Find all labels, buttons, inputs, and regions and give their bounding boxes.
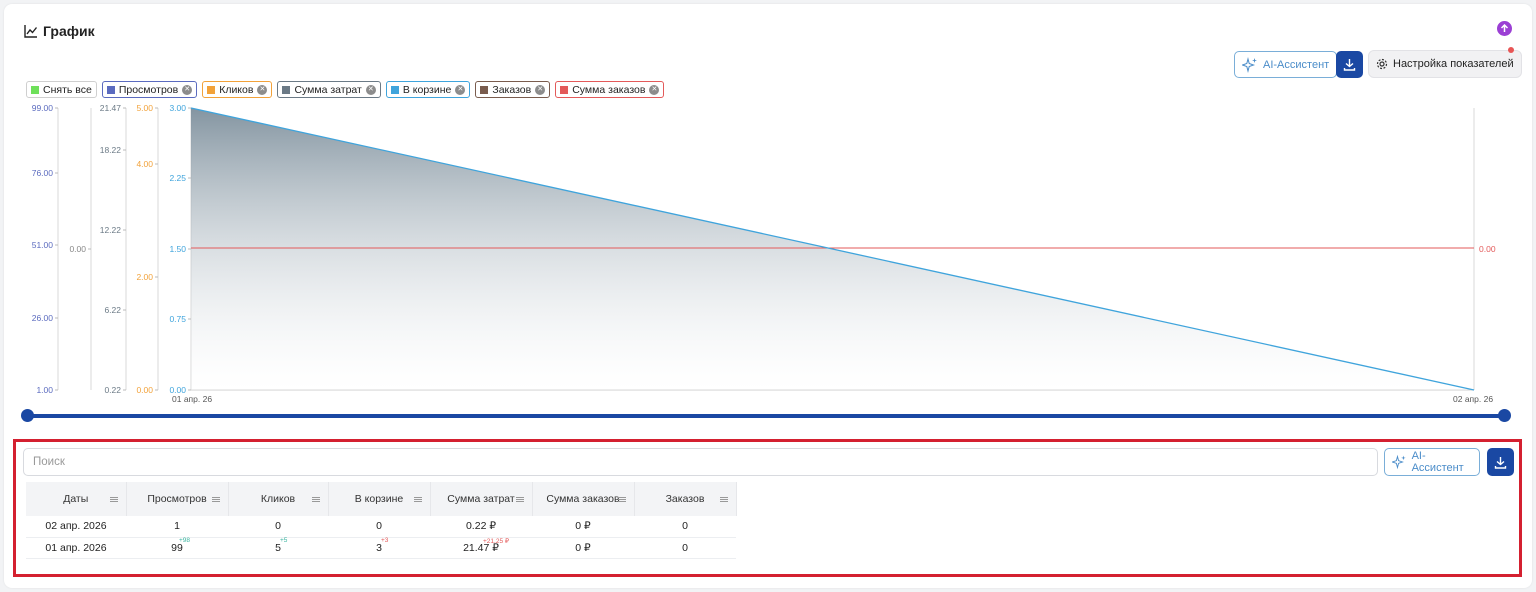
y-tick-label: 0.75 <box>169 314 186 324</box>
cell-value: 0 <box>682 541 688 554</box>
x-tick-label: 01 апр. 26 <box>172 394 212 404</box>
table-ai-assistant-label: AI-Ассистент <box>1411 450 1464 474</box>
y-tick-label: 18.22 <box>100 145 122 155</box>
table-cell: 5 +5 <box>228 536 328 559</box>
table-cell: 3 +3 <box>328 536 430 559</box>
column-menu-icon[interactable] <box>109 497 118 502</box>
search-placeholder: Поиск <box>33 456 65 468</box>
chart-plot: 99.00 76.00 51.00 26.00 1.00 0.00 21.47 18.22 12… <box>32 103 1496 404</box>
y-tick-label: 76.00 <box>32 168 54 178</box>
cell-delta: +98 <box>179 536 191 544</box>
column-header-label: Сумма затрат <box>447 493 515 505</box>
column-header[interactable]: Просмотров <box>126 482 229 516</box>
table-cell: 0 <box>634 516 736 538</box>
column-header[interactable]: Заказов <box>634 482 737 516</box>
cell-value: 0.22 ₽ <box>465 520 497 533</box>
cell-value: 01 апр. 2026 <box>45 541 107 554</box>
y-tick-label: 99.00 <box>32 103 54 113</box>
table-row[interactable]: 02 апр. 2026 1 0 0 0.22 ₽ 0 ₽ 0 <box>26 516 736 538</box>
cell-delta: +21.25 ₽ <box>483 537 510 545</box>
y-tick-label: 3.00 <box>169 103 186 113</box>
y-tick-label: 2.25 <box>169 173 186 183</box>
table-cell: 0 ₽ <box>532 537 634 559</box>
column-menu-icon[interactable] <box>515 497 524 502</box>
cell-value: 0 <box>275 520 281 533</box>
table-cell: 0 <box>634 537 736 559</box>
table-panel: Поиск AI-Ассистент Даты Просмотров Кликов В… <box>13 439 1522 577</box>
column-menu-icon[interactable] <box>719 497 728 502</box>
cell-value: 0 <box>682 520 688 533</box>
table-cell: 1 <box>126 516 228 538</box>
y-tick-label: 1.00 <box>36 385 53 395</box>
table-cell: 0 <box>328 516 430 538</box>
y-tick-label: 21.47 <box>100 103 122 113</box>
column-header-label: Заказов <box>665 493 705 505</box>
column-header-label: Сумма заказов <box>546 493 620 505</box>
table-cell: 0 ₽ <box>532 516 634 538</box>
table-cell: 01 апр. 2026 <box>26 537 126 559</box>
search-input[interactable]: Поиск <box>23 448 1378 476</box>
range-slider-track[interactable] <box>27 414 1504 418</box>
sparkle-icon <box>1392 454 1406 470</box>
cell-value: 0 <box>376 520 382 533</box>
column-header[interactable]: Кликов <box>228 482 329 516</box>
cell-value: 0 ₽ <box>575 541 591 554</box>
column-header-label: В корзине <box>354 493 404 505</box>
y-tick-label: 1.50 <box>169 244 186 254</box>
column-header[interactable]: Даты <box>26 482 127 516</box>
table-cell: 0.22 ₽ <box>430 516 532 538</box>
column-menu-icon[interactable] <box>211 497 220 502</box>
y-tick-label: 0.00 <box>69 244 86 254</box>
download-icon <box>1494 456 1507 469</box>
y-tick-label: 0.00 <box>136 385 153 395</box>
x-tick-label: 02 апр. 26 <box>1453 394 1493 404</box>
data-table: Даты Просмотров Кликов В корзине Сумма затра… <box>26 482 737 559</box>
cell-delta: +3 <box>381 536 389 544</box>
column-header[interactable]: В корзине <box>328 482 431 516</box>
column-header-label: Даты <box>63 493 89 505</box>
cell-delta: +5 <box>280 536 288 544</box>
y-tick-label-right: 0.00 <box>1479 244 1496 254</box>
table-download-button[interactable] <box>1487 448 1514 476</box>
range-slider-end-handle[interactable] <box>1498 409 1511 422</box>
column-menu-icon[interactable] <box>413 497 422 502</box>
table-ai-assistant-button[interactable]: AI-Ассистент <box>1384 448 1480 476</box>
cell-value: 1 <box>174 520 180 533</box>
y-tick-label: 2.00 <box>136 272 153 282</box>
y-tick-label: 12.22 <box>100 225 122 235</box>
cell-value: 02 апр. 2026 <box>45 520 107 533</box>
column-header-label: Кликов <box>260 493 296 505</box>
range-slider-start-handle[interactable] <box>21 409 34 422</box>
y-tick-label: 0.22 <box>104 385 121 395</box>
column-header-label: Просмотров <box>147 493 207 505</box>
y-tick-label: 5.00 <box>136 103 153 113</box>
column-menu-icon[interactable] <box>617 497 626 502</box>
y-tick-label: 6.22 <box>104 305 121 315</box>
y-tick-label: 26.00 <box>32 313 54 323</box>
y-tick-label: 51.00 <box>32 240 54 250</box>
column-header[interactable]: Сумма заказов <box>532 482 635 516</box>
column-header[interactable]: Сумма затрат <box>430 482 533 516</box>
table-row[interactable]: 01 апр. 2026 99 +98 5 +5 3 +3 21.47 ₽ +21.25 ₽ 0 … <box>26 536 736 559</box>
y-tick-label: 4.00 <box>136 159 153 169</box>
column-menu-icon[interactable] <box>311 497 320 502</box>
table-cell: 21.47 ₽ +21.25 ₽ <box>430 537 532 559</box>
table-cell: 02 апр. 2026 <box>26 516 126 538</box>
table-cell: 0 <box>228 516 328 538</box>
table-cell: 99 +98 <box>126 536 228 559</box>
cell-value: 0 ₽ <box>575 520 591 533</box>
